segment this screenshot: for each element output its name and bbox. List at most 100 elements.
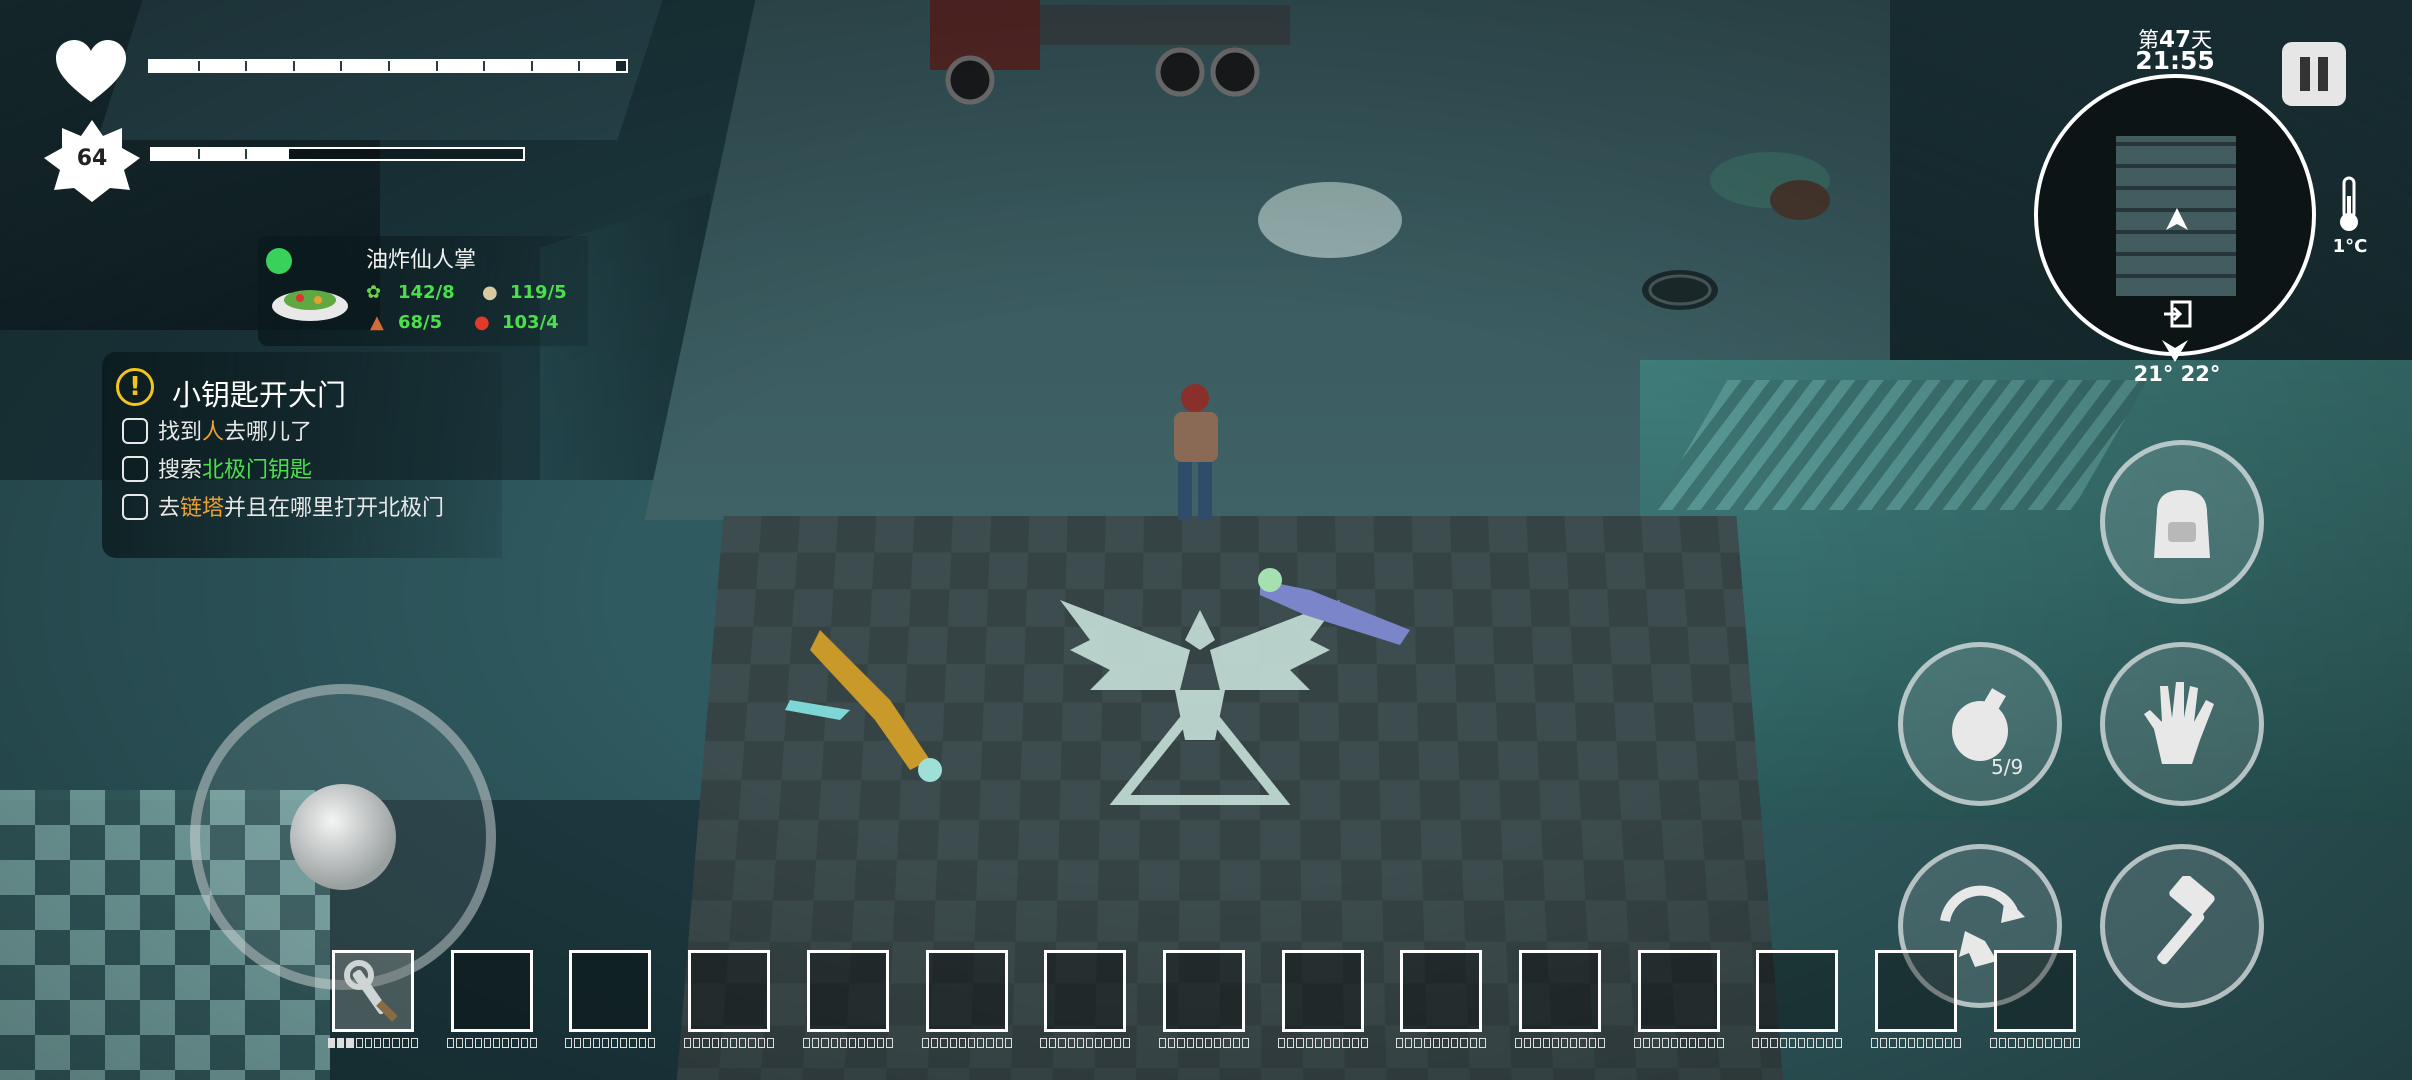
hotbar-slot-3[interactable]	[569, 950, 651, 1032]
level-value: 64	[76, 146, 108, 171]
grenade-button[interactable]: 5/9	[1898, 642, 2062, 806]
xp-bar-divider	[244, 149, 247, 159]
pause-icon-bar	[2318, 57, 2328, 91]
hotbar-slot-15[interactable]	[1994, 950, 2076, 1032]
hand-icon	[2144, 682, 2214, 764]
xp-bar-divider	[198, 149, 201, 159]
onion-icon: ●	[482, 282, 498, 303]
player-arrow-icon	[2166, 208, 2188, 230]
hotbar-slot-14[interactable]	[1875, 950, 1957, 1032]
recipe-stat-herb: 142/8	[398, 282, 455, 303]
recipe-stat-tomato: 103/4	[502, 312, 559, 333]
checkbox[interactable]	[122, 418, 148, 444]
checkbox[interactable]	[122, 494, 148, 520]
stairs	[1652, 380, 2148, 510]
tomato-icon: ●	[474, 312, 490, 333]
health-bar-divider	[292, 61, 295, 71]
task-text: 去	[158, 496, 181, 521]
player-character	[1174, 384, 1218, 520]
recipe-stat-meat: 68/5	[398, 312, 443, 333]
pause-button[interactable]	[2282, 42, 2346, 106]
hotbar-slot-durability	[1159, 1038, 1250, 1048]
virtual-joystick[interactable]	[190, 684, 496, 990]
hotbar-slot-2[interactable]	[451, 950, 533, 1032]
hotbar-slot-12[interactable]	[1638, 950, 1720, 1032]
health-bar-fill	[150, 61, 617, 71]
task-highlight: 北极门钥匙	[202, 458, 313, 483]
health-bar-divider	[388, 61, 390, 71]
recipe-stat-onion: 119/5	[510, 282, 567, 303]
zombie-body-yellow	[785, 630, 942, 782]
hotbar-slot-11[interactable]	[1519, 950, 1601, 1032]
checkbox[interactable]	[122, 456, 148, 482]
hotbar-slot-durability	[922, 1038, 1013, 1048]
hotbar-slot-9[interactable]	[1282, 950, 1364, 1032]
health-bar-divider	[530, 61, 533, 71]
minimap-coords: 21° 22°	[2133, 362, 2221, 386]
paint-splat	[1258, 182, 1402, 258]
herb-icon: ✿	[366, 282, 382, 303]
quest-title: 小钥匙开大门	[172, 378, 347, 412]
dish-icon	[272, 290, 348, 321]
truck	[930, 0, 1290, 105]
hotbar-slot-durability	[1990, 1038, 2081, 1048]
minimap[interactable]	[2034, 74, 2316, 356]
warning-icon: !	[116, 368, 154, 406]
hotbar-slot-1[interactable]	[332, 950, 414, 1032]
backpack-button[interactable]	[2100, 440, 2264, 604]
health-bar-divider	[197, 61, 200, 71]
task-highlight: 链塔	[180, 496, 225, 521]
attack-button[interactable]	[2100, 844, 2264, 1008]
recipe-tracker[interactable]: 油炸仙人掌 ✿ 142/8 ● 119/5 ▲ 68/5 ● 103/4	[258, 236, 588, 346]
hotbar-slot-durability	[1040, 1038, 1131, 1048]
quest-task-1[interactable]: 找到人去哪儿了	[122, 414, 312, 446]
heart-icon	[56, 40, 126, 102]
thermometer-icon	[2340, 176, 2358, 231]
xp-bar	[150, 147, 525, 161]
grenade-count: 5/9	[1991, 755, 2024, 779]
hotbar-slot-7[interactable]	[1044, 950, 1126, 1032]
hotbar-slot-durability	[684, 1038, 775, 1048]
task-text: 搜索	[158, 458, 203, 483]
hotbar-slot-durability	[1278, 1038, 1369, 1048]
hotbar-slot-13[interactable]	[1756, 950, 1838, 1032]
hotbar-slot-durability	[803, 1038, 894, 1048]
recipe-status-dot	[266, 248, 292, 274]
health-bar-divider	[435, 61, 438, 71]
compass-north-icon	[2162, 340, 2188, 362]
task-text: 找到	[158, 420, 203, 445]
wrench-tool-icon	[344, 960, 398, 1022]
hammer-icon	[2157, 876, 2215, 965]
exit-door-icon	[2164, 300, 2192, 328]
interact-button[interactable]	[2100, 642, 2264, 806]
zombie-body-blue	[1258, 568, 1410, 645]
hotbar-slot-durability	[447, 1038, 538, 1048]
hotbar-slot-durability	[1634, 1038, 1725, 1048]
hotbar-slot-durability	[328, 1038, 419, 1048]
quest-panel[interactable]: ! 小钥匙开大门 找到人去哪儿了 搜索北极门钥匙 去链塔并且在哪里打开北极门	[102, 352, 502, 558]
health-bar-divider	[578, 61, 581, 71]
hotbar-slot-durability	[1515, 1038, 1606, 1048]
level-badge: 64	[42, 118, 142, 204]
hotbar-slot-4[interactable]	[688, 950, 770, 1032]
manhole	[1642, 270, 1718, 310]
hotbar-slot-durability	[1752, 1038, 1843, 1048]
game-time: 21:55	[2135, 46, 2215, 75]
zombie-body-corner	[1710, 152, 1830, 220]
health-bar	[148, 59, 628, 73]
recipe-name: 油炸仙人掌	[366, 248, 477, 273]
hotbar-slot-5[interactable]	[807, 950, 889, 1032]
hotbar-slot-6[interactable]	[926, 950, 1008, 1032]
joystick-knob[interactable]	[290, 784, 396, 890]
pause-icon	[2300, 57, 2310, 91]
hotbar-slot-8[interactable]	[1163, 950, 1245, 1032]
quest-task-2[interactable]: 搜索北极门钥匙	[122, 452, 312, 484]
hotbar-slot-durability	[1396, 1038, 1487, 1048]
backpack-icon	[2154, 490, 2210, 558]
hotbar-slot-10[interactable]	[1400, 950, 1482, 1032]
hotbar-slot-durability	[1871, 1038, 1962, 1048]
task-highlight: 人	[202, 420, 225, 445]
quest-task-3[interactable]: 去链塔并且在哪里打开北极门	[122, 490, 444, 522]
task-text: 去哪儿了	[224, 420, 313, 445]
xp-bar-fill	[152, 149, 290, 159]
